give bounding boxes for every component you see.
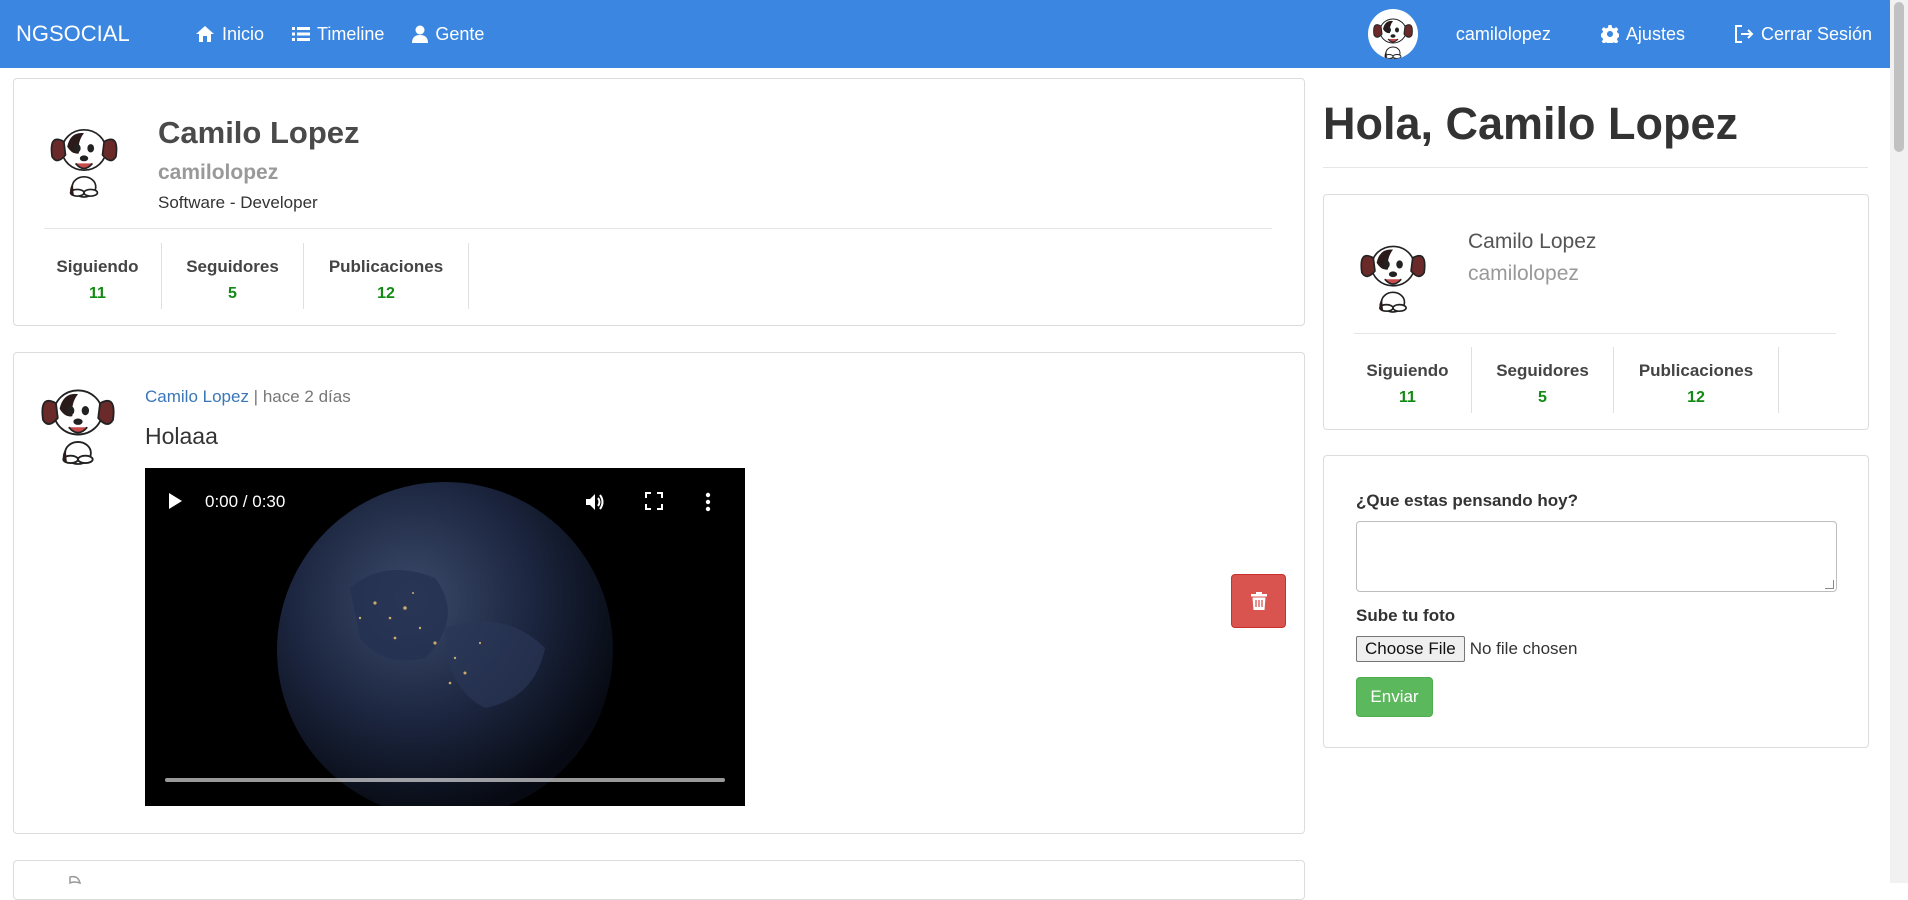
top-navbar: NGSOCIAL Inicio Timeline Gente camilolop… (0, 0, 1890, 68)
nav-avatar[interactable] (1367, 9, 1418, 59)
nav-inicio[interactable]: Inicio (195, 24, 292, 45)
post-video[interactable]: 0:00 / 0:30 (145, 468, 745, 806)
dog-avatar-image (50, 128, 118, 198)
post-time: hace 2 días (262, 387, 351, 406)
nav-timeline-label: Timeline (317, 23, 385, 44)
stat-label: Seguidores (186, 257, 279, 276)
earth-video-frame (145, 468, 745, 806)
greeting-divider (1323, 167, 1868, 168)
profile-stats: Siguiendo 11 Seguidores 5 Publicaciones … (34, 243, 469, 309)
stat-label: Seguidores (1496, 361, 1589, 380)
stat-value: 11 (1399, 389, 1416, 406)
photo-label: Sube tu foto (1356, 606, 1456, 625)
more-options-icon[interactable] (705, 492, 711, 512)
nav-gente-label: Gente (435, 23, 485, 44)
post-text-input[interactable] (1356, 521, 1837, 592)
home-icon (196, 26, 214, 42)
user-nav: camilolopez Ajustes Cerrar Sesión (1367, 0, 1872, 68)
gear-icon (1600, 25, 1619, 43)
sidebar-name[interactable]: Camilo Lopez (1468, 230, 1596, 254)
stat-value: 12 (377, 285, 395, 302)
stat-followers[interactable]: Seguidores 5 (162, 243, 304, 309)
brand-logo[interactable]: NGSOCIAL (16, 21, 130, 47)
sidebar-username: camilolopez (1468, 262, 1579, 285)
sidebar-avatar (1352, 225, 1434, 317)
video-progress-bar[interactable] (165, 778, 725, 782)
delete-post-button[interactable] (1231, 574, 1286, 628)
trash-icon (1250, 592, 1267, 610)
nav-logout[interactable]: Cerrar Sesión (1734, 23, 1872, 45)
stat-label: Publicaciones (1638, 361, 1754, 380)
sidebar-profile-card: Camilo Lopez camilolopez Siguiendo 11 Se… (1323, 194, 1869, 430)
stat-value: 12 (1687, 389, 1705, 406)
scrollbar-thumb[interactable] (1894, 2, 1904, 152)
page-scrollbar[interactable] (1890, 0, 1908, 883)
volume-icon[interactable] (585, 492, 607, 512)
stat-followers[interactable]: Seguidores 5 (1472, 347, 1614, 413)
stat-following[interactable]: Siguiendo 11 (34, 243, 162, 309)
nav-inicio-label: Inicio (222, 23, 265, 44)
stat-following[interactable]: Siguiendo 11 (1344, 347, 1472, 413)
sidebar-stats: Siguiendo 11 Seguidores 5 Publicaciones … (1344, 347, 1779, 413)
dog-avatar-image (69, 875, 82, 885)
post-card: Camilo Lopez | hace 2 días Holaaa 0:00 /… (13, 352, 1305, 834)
post-avatar (32, 371, 124, 465)
profile-username: camilolopez (158, 161, 279, 184)
profile-card: Camilo Lopez camilolopez Software - Deve… (13, 78, 1305, 326)
post-text-label: ¿Que estas pensando hoy? (1356, 491, 1578, 510)
play-icon[interactable] (167, 492, 183, 510)
nav-username-label: camilolopez (1455, 23, 1551, 44)
stat-publications[interactable]: Publicaciones 12 (304, 243, 469, 309)
fullscreen-icon[interactable] (645, 492, 663, 510)
nav-gente[interactable]: Gente (412, 24, 512, 45)
stat-publications[interactable]: Publicaciones 12 (1614, 347, 1779, 413)
stat-value: 11 (89, 285, 106, 302)
profile-bio-separator: - (225, 193, 241, 212)
post-author-link[interactable]: Camilo Lopez (145, 387, 249, 406)
main-nav: Inicio Timeline Gente (195, 0, 512, 68)
stat-value: 5 (228, 285, 237, 302)
dog-avatar-image (41, 389, 115, 465)
file-input: Choose File No file chosen (1356, 636, 1577, 662)
resize-handle[interactable] (1825, 580, 1834, 589)
profile-bio-part2: Developer (240, 193, 318, 212)
dog-avatar-image (1373, 18, 1413, 59)
logout-icon (1734, 25, 1754, 43)
video-time: 0:00 / 0:30 (205, 492, 286, 511)
post-meta: Camilo Lopez | hace 2 días (145, 387, 351, 407)
profile-name[interactable]: Camilo Lopez (158, 115, 360, 151)
stat-label: Siguiendo (1366, 361, 1449, 380)
sidebar-divider (1354, 333, 1836, 334)
profile-bio: Software - Developer (158, 193, 318, 213)
profile-avatar (42, 109, 126, 201)
post-avatar (54, 875, 84, 895)
nav-settings[interactable]: Ajustes (1600, 23, 1685, 45)
list-icon (292, 27, 311, 41)
post-text: Holaaa (145, 423, 218, 449)
profile-divider (44, 228, 1272, 229)
nav-logout-label: Cerrar Sesión (1760, 23, 1872, 44)
stat-label: Siguiendo (56, 257, 139, 276)
choose-file-button[interactable]: Choose File (1356, 636, 1465, 662)
post-card (13, 860, 1305, 900)
greeting-heading: Hola, Camilo Lopez (1323, 98, 1739, 149)
user-icon (412, 25, 429, 43)
stat-label: Publicaciones (328, 257, 444, 276)
dog-avatar-image (1360, 245, 1426, 313)
profile-bio-part1: Software (158, 193, 226, 212)
submit-button[interactable]: Enviar (1356, 677, 1433, 717)
file-status: No file chosen (1469, 639, 1578, 658)
new-post-form: ¿Que estas pensando hoy? Sube tu foto Ch… (1323, 455, 1869, 748)
nav-settings-label: Ajustes (1625, 23, 1685, 44)
stat-value: 5 (1538, 389, 1547, 406)
nav-username[interactable]: camilolopez (1456, 24, 1551, 45)
nav-timeline[interactable]: Timeline (292, 24, 412, 45)
post-meta-separator: | (248, 387, 263, 406)
